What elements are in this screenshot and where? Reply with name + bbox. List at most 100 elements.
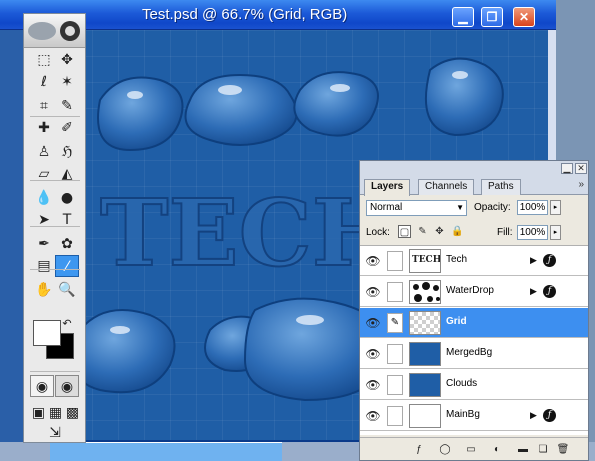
history-brush-tool-icon[interactable]: ℌ: [55, 141, 79, 163]
quick-mask-mode-icon[interactable]: ◉: [55, 375, 79, 397]
marquee-tool-icon[interactable]: ⬚: [32, 49, 56, 71]
link-toggle[interactable]: [387, 282, 403, 302]
healing-brush-tool-icon[interactable]: ✚: [32, 117, 56, 139]
notes-tool-icon[interactable]: ▤: [32, 255, 56, 277]
layer-row[interactable]: 👁 Clouds: [360, 370, 588, 400]
full-screen-menu-mode-icon[interactable]: ▦: [47, 402, 64, 424]
type-tool-icon[interactable]: T: [55, 209, 79, 231]
hand-tool-icon[interactable]: ✋: [32, 279, 56, 301]
adjustment-layer-icon[interactable]: ◐: [490, 443, 504, 456]
pen-tool-icon[interactable]: ✒: [32, 233, 56, 255]
link-toggle[interactable]: [387, 344, 403, 364]
brush-tool-icon[interactable]: ✐: [55, 117, 79, 139]
delete-layer-icon[interactable]: 🗑: [556, 443, 570, 456]
add-layer-style-icon[interactable]: ƒ: [412, 443, 426, 456]
layer-row[interactable]: 👁 MainBg ▶ ƒ: [360, 401, 588, 431]
tech-letters: TECH: [99, 178, 400, 288]
opacity-label: Opacity:: [474, 202, 511, 213]
custom-shape-tool-icon[interactable]: ✿: [55, 233, 79, 255]
foreground-color-swatch[interactable]: [33, 320, 61, 346]
layer-row[interactable]: 👁 WaterDrop ▶ ƒ: [360, 277, 588, 307]
visibility-eye-icon[interactable]: 👁: [364, 285, 382, 299]
swap-colors-icon[interactable]: ↶: [60, 317, 74, 331]
adobe-feather-logo-icon: [28, 21, 80, 41]
layer-name[interactable]: MainBg: [446, 409, 480, 420]
layer-effects-icon[interactable]: ƒ: [543, 285, 556, 298]
blend-mode-select[interactable]: Normal ▼: [366, 200, 467, 216]
active-brush-icon[interactable]: ✎: [387, 313, 403, 333]
new-layer-icon[interactable]: ❏: [536, 443, 550, 456]
minimize-button[interactable]: ▁: [452, 7, 474, 27]
eyedropper-tool-icon[interactable]: ⁄: [55, 255, 79, 277]
lock-position-icon[interactable]: ✥: [433, 225, 446, 238]
fill-slider-toggle[interactable]: ▸: [550, 225, 561, 240]
layer-name[interactable]: Grid: [446, 316, 467, 327]
tab-paths[interactable]: Paths: [481, 179, 521, 195]
slice-tool-icon[interactable]: ✎: [55, 95, 79, 117]
expand-effects-icon[interactable]: ▶: [530, 286, 537, 297]
visibility-eye-icon[interactable]: 👁: [364, 316, 382, 330]
layer-row[interactable]: 👁 ✎ Grid: [360, 308, 588, 338]
standard-mode-icon[interactable]: ◉: [30, 375, 54, 397]
palette-minimize-icon[interactable]: ▁: [561, 163, 573, 174]
crop-tool-icon[interactable]: ⌗: [32, 95, 56, 117]
tools-palette-header[interactable]: [24, 14, 85, 48]
link-toggle[interactable]: [387, 406, 403, 426]
zoom-tool-icon[interactable]: 🔍: [55, 279, 79, 301]
clone-stamp-tool-icon[interactable]: ♙: [32, 141, 56, 163]
new-group-icon[interactable]: ▭: [464, 443, 478, 456]
layer-effects-icon[interactable]: ƒ: [543, 254, 556, 267]
eraser-tool-icon[interactable]: ▱: [32, 163, 56, 185]
tools-sep-1: [30, 116, 80, 117]
visibility-eye-icon[interactable]: 👁: [364, 254, 382, 268]
layer-row[interactable]: 👁 TECH Tech ▶ ƒ: [360, 246, 588, 276]
blend-opacity-row: Normal ▼ Opacity: 100% ▸: [360, 197, 588, 219]
palette-menu-icon[interactable]: »: [578, 179, 584, 190]
expand-effects-icon[interactable]: ▶: [530, 255, 537, 266]
visibility-eye-icon[interactable]: 👁: [364, 347, 382, 361]
expand-effects-icon[interactable]: ▶: [530, 410, 537, 421]
link-toggle[interactable]: [387, 251, 403, 271]
tools-sep-2: [30, 180, 80, 181]
lock-transparency-icon[interactable]: ▢: [398, 225, 411, 238]
maximize-icon: ❐: [486, 10, 498, 24]
layer-name[interactable]: MergedBg: [446, 347, 492, 358]
tab-channels[interactable]: Channels: [418, 179, 475, 195]
taskbar-button[interactable]: [50, 442, 282, 461]
lock-pixels-icon[interactable]: ✎: [416, 225, 429, 238]
full-screen-mode-icon[interactable]: ▩: [64, 402, 81, 424]
fill-field[interactable]: 100%: [517, 225, 548, 240]
tools-palette: ⬚ ✥ ℓ ✶ ⌗ ✎ ✚ ✐ ♙ ℌ ▱ ◭ 💧 ● ➤ T ✒ ✿ ▤ ⁄ ✋ 🔍 ↶ ◉ ◉ ▣ ▦ ▩ ⇲: [23, 13, 86, 443]
layer-row[interactable]: 👁 MergedBg: [360, 339, 588, 369]
tab-layers[interactable]: Layers: [364, 179, 411, 196]
move-tool-icon[interactable]: ✥: [55, 49, 79, 71]
blur-tool-icon[interactable]: 💧: [32, 187, 56, 209]
dodge-tool-icon[interactable]: ●: [55, 187, 79, 209]
link-layers-icon[interactable]: ▬: [516, 443, 530, 456]
layer-name[interactable]: Clouds: [446, 378, 477, 389]
add-mask-icon[interactable]: ◯: [438, 443, 452, 456]
layer-name[interactable]: WaterDrop: [446, 285, 494, 296]
palette-tabs: Layers Channels Paths »: [360, 177, 588, 196]
jump-to-imageready-icon[interactable]: ⇲: [40, 424, 70, 442]
close-icon: ✕: [518, 10, 530, 24]
tools-sep-3: [30, 226, 80, 227]
close-button[interactable]: ✕: [513, 7, 535, 27]
visibility-eye-icon[interactable]: 👁: [364, 409, 382, 423]
standard-screen-mode-icon[interactable]: ▣: [30, 402, 47, 424]
path-selection-tool-icon[interactable]: ➤: [32, 209, 56, 231]
layer-effects-icon[interactable]: ƒ: [543, 409, 556, 422]
maximize-button[interactable]: ❐: [481, 7, 503, 27]
magic-wand-tool-icon[interactable]: ✶: [55, 71, 79, 93]
opacity-field[interactable]: 100%: [517, 200, 548, 215]
minimize-icon: ▁: [458, 10, 468, 24]
lasso-tool-icon[interactable]: ℓ: [32, 71, 56, 93]
visibility-eye-icon[interactable]: 👁: [364, 378, 382, 392]
opacity-slider-toggle[interactable]: ▸: [550, 200, 561, 215]
layers-palette-titlebar[interactable]: ▁ ✕: [360, 161, 588, 177]
paint-bucket-tool-icon[interactable]: ◭: [55, 163, 79, 185]
lock-all-icon[interactable]: 🔒: [451, 225, 464, 238]
layer-name[interactable]: Tech: [446, 254, 467, 265]
palette-close-icon[interactable]: ✕: [575, 163, 587, 174]
link-toggle[interactable]: [387, 375, 403, 395]
